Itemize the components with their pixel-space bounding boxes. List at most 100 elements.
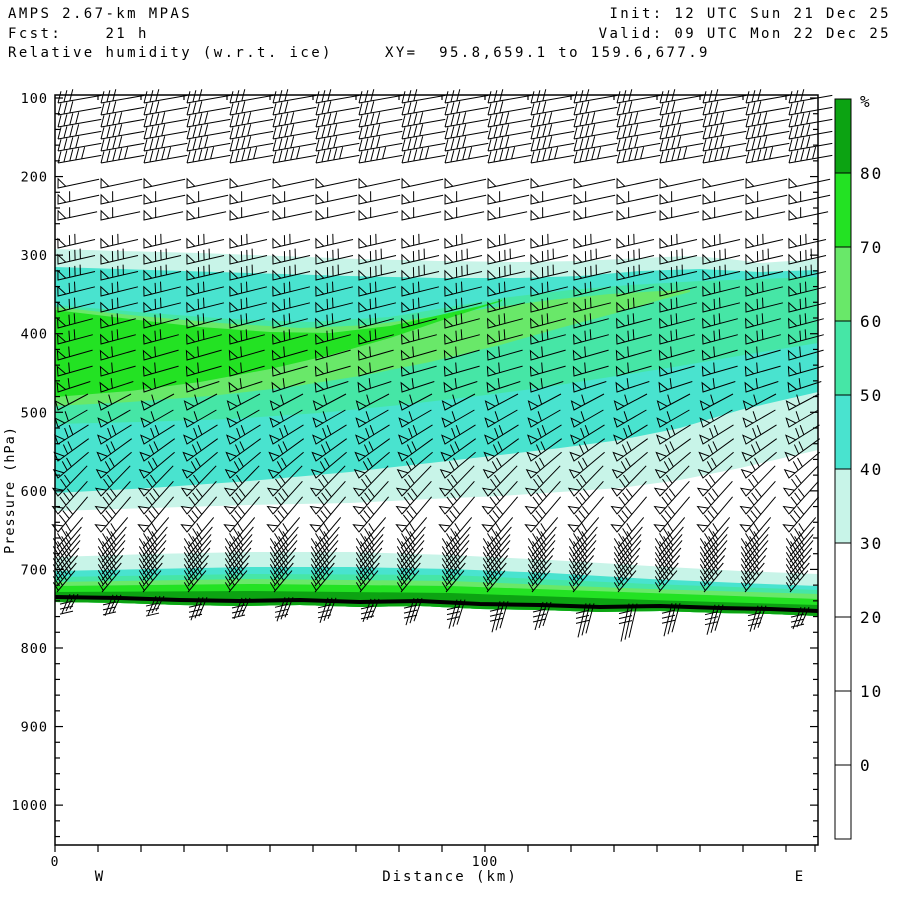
wind-barb	[660, 191, 701, 204]
wind-barb	[488, 112, 531, 127]
wind-barb	[359, 191, 400, 204]
y-tick-label: 100	[21, 91, 48, 107]
wind-barb	[58, 207, 97, 220]
wind-barb	[230, 112, 273, 127]
wind-barb	[617, 234, 654, 248]
wind-barb	[58, 136, 101, 151]
wind-barb	[187, 179, 228, 188]
wind-barb	[144, 191, 185, 204]
wind-barb	[660, 89, 703, 103]
colorbar-tick-label: 50	[860, 386, 883, 405]
wind-barb	[58, 191, 99, 204]
y-axis-label: Pressure (hPa)	[2, 426, 18, 554]
wind-barb	[316, 136, 359, 151]
wind-barb	[746, 249, 783, 264]
wind-barb	[273, 89, 316, 103]
wind-barb	[617, 101, 660, 115]
wind-barb	[58, 179, 99, 188]
wind-barb	[488, 89, 531, 103]
colorbar-segment	[835, 321, 851, 395]
wind-barb	[789, 112, 832, 127]
y-tick-label: 800	[21, 641, 48, 657]
wind-barb	[488, 191, 529, 204]
x-tick-label: 100	[472, 855, 498, 870]
colorbar-segment	[835, 99, 851, 173]
wind-barb	[703, 179, 744, 188]
wind-barb	[273, 191, 314, 204]
wind-barb	[488, 179, 529, 188]
wind-barb	[316, 89, 359, 103]
wind-barb	[741, 481, 776, 514]
wind-barb	[359, 234, 396, 248]
wind-barb	[789, 207, 828, 220]
wind-barb	[58, 124, 101, 139]
wind-barb	[574, 179, 615, 188]
wind-barb	[402, 89, 445, 103]
wind-barb	[359, 89, 402, 103]
colorbar: %80706050403020100	[835, 92, 883, 839]
wind-barb	[316, 179, 357, 188]
wind-barb	[187, 191, 228, 204]
wind-barb	[101, 136, 144, 151]
wind-barb	[617, 89, 660, 103]
y-tick-label: 400	[21, 327, 48, 343]
wind-barb	[359, 179, 400, 188]
wind-barb	[660, 101, 703, 115]
wind-barb	[617, 191, 658, 204]
wind-barb	[531, 112, 574, 127]
y-tick-label: 300	[21, 248, 48, 264]
colorbar-tick-label: 70	[860, 238, 883, 257]
wind-barb	[359, 136, 402, 151]
wind-barb	[402, 112, 445, 127]
wind-barb	[230, 191, 271, 204]
wind-barb	[488, 234, 525, 248]
wind-barb	[316, 207, 355, 220]
wind-barb	[316, 234, 353, 248]
wind-barb	[101, 101, 144, 115]
wind-barb	[273, 112, 316, 127]
colorbar-segment	[835, 395, 851, 469]
wind-barb	[58, 112, 101, 127]
wind-barb	[187, 124, 230, 139]
wind-barb	[187, 101, 230, 115]
west-label: W	[95, 869, 105, 885]
colorbar-segment	[835, 469, 851, 543]
wind-barb	[273, 234, 310, 248]
wind-barb	[660, 124, 703, 139]
wind-barb	[144, 101, 187, 115]
wind-barb	[316, 191, 357, 204]
wind-barb	[789, 101, 832, 115]
wind-barb	[445, 124, 488, 139]
wind-barb	[230, 101, 273, 115]
wind-barb	[617, 124, 660, 139]
wind-barb	[273, 136, 316, 151]
wind-barb	[402, 101, 445, 115]
wind-barb	[187, 112, 230, 127]
wind-barb	[789, 89, 832, 103]
wind-barb	[402, 234, 439, 248]
wind-barb	[402, 136, 445, 151]
wind-barb	[445, 89, 488, 103]
wind-barb	[316, 124, 359, 139]
wind-barb	[703, 124, 746, 139]
wind-barb	[187, 136, 230, 151]
wind-barb	[531, 234, 568, 248]
wind-barb	[402, 191, 443, 204]
wind-barb	[574, 124, 617, 139]
wind-barb	[144, 179, 185, 188]
wind-barb	[273, 207, 312, 220]
wind-barb	[101, 112, 144, 127]
wind-barb	[58, 89, 101, 103]
wind-barb	[789, 179, 830, 188]
wind-barb	[574, 207, 613, 220]
wind-barb	[703, 234, 740, 248]
wind-barb	[703, 112, 746, 127]
wind-barb	[488, 101, 531, 115]
colorbar-tick-label: 80	[860, 164, 883, 183]
wind-barb	[660, 207, 699, 220]
wind-barb	[784, 481, 819, 514]
colorbar-tick-label: 0	[860, 756, 872, 775]
wind-barb	[144, 112, 187, 127]
wind-barb	[746, 207, 785, 220]
wind-barb	[359, 207, 398, 220]
